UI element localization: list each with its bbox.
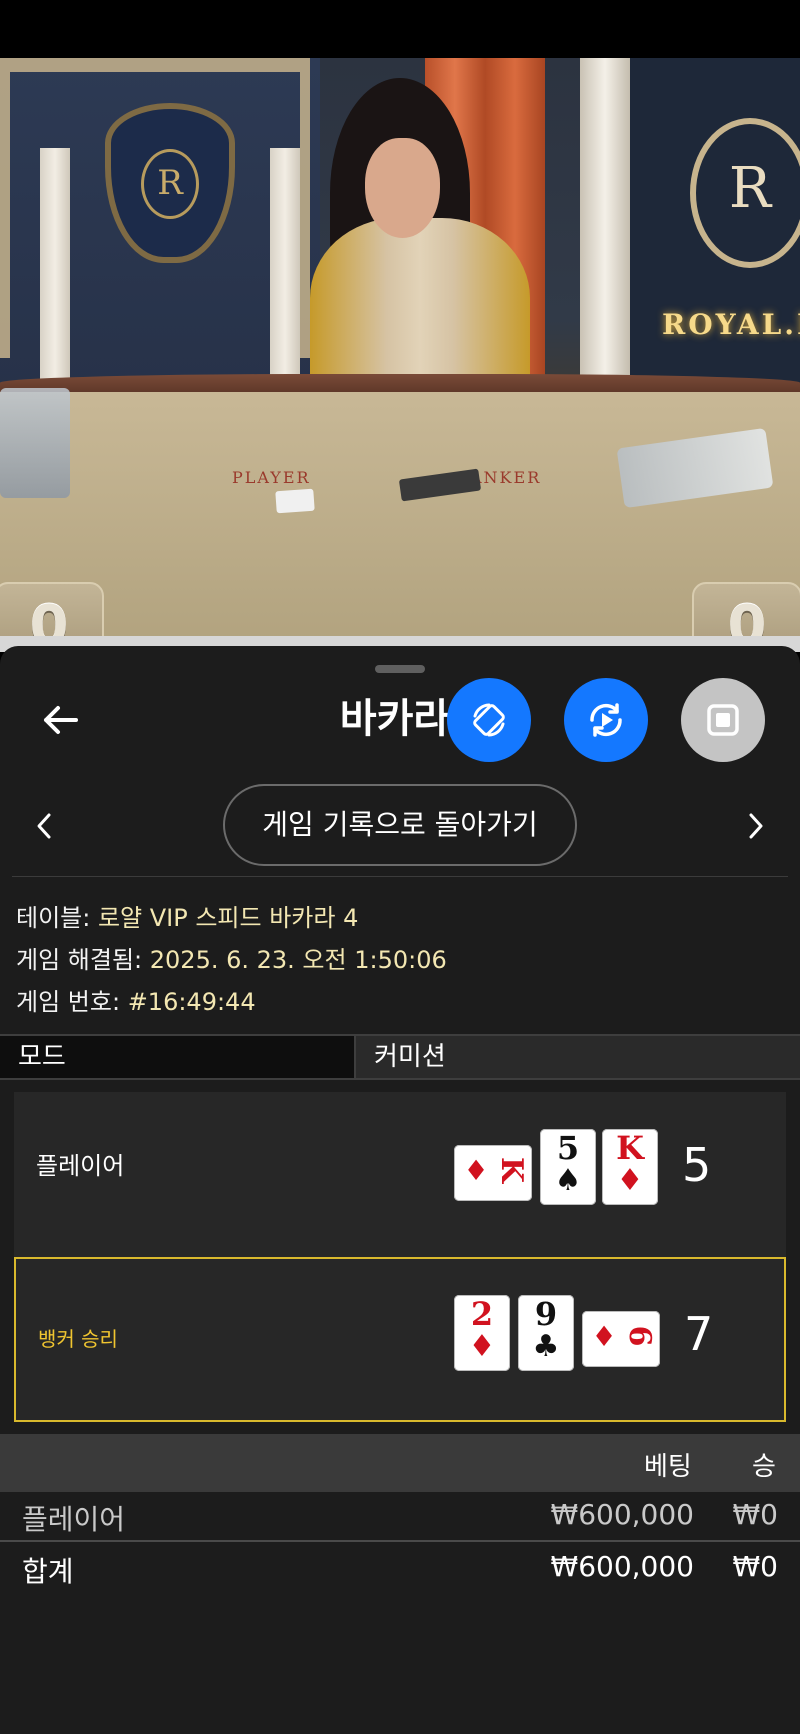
card-suit: ♦ [468, 1329, 496, 1364]
sheet-title: 바카라 [0, 686, 800, 744]
total-row: 합계 ₩600,000 ₩0 [0, 1544, 800, 1594]
felt-card [275, 488, 315, 514]
chevron-right-icon [749, 813, 763, 839]
live-video: R R ROYAL.I PLAYER ANKER 0 0 [0, 58, 800, 640]
win-amount: ₩0 [732, 1498, 779, 1531]
previous-game-button[interactable] [24, 806, 64, 846]
card-suit: ♠ [554, 1163, 582, 1198]
card-suit: ♦ [591, 1320, 617, 1353]
banker-hand-row: 뱅커 승리 2 ♦ 9 ♣ 6 ♦ 7 [14, 1257, 786, 1422]
pillar [40, 148, 70, 398]
felt-player-label: PLAYER [232, 468, 311, 487]
dealer-face [365, 138, 440, 238]
tab-commission[interactable]: 커미션 [358, 1036, 800, 1078]
banker-total: 7 [684, 1307, 714, 1361]
player-hand-row: 플레이어 K ♦ 5 ♠ K ♦ 5 [14, 1092, 786, 1254]
playing-card: K ♦ [454, 1145, 532, 1201]
table-info: 테이블: 로얄 VIP 스피드 바카라 4 [16, 898, 358, 933]
bet-column-header: 베팅 [644, 1452, 692, 1482]
mode-tabs: 모드 커미션 [0, 1034, 800, 1080]
game-number-info: 게임 번호: #16:49:44 [16, 982, 256, 1017]
total-bet-amount: ₩600,000 [550, 1550, 694, 1583]
crest-letter: R [141, 149, 199, 219]
player-score: 0 [0, 582, 104, 640]
table-felt [0, 392, 800, 640]
card-suit: ♦ [616, 1163, 644, 1198]
brand-logo: ROYAL.I [662, 308, 800, 341]
felt-banker-label: ANKER [470, 468, 542, 487]
resolved-label: 게임 해결됨: [16, 946, 143, 974]
game-number-value: #16:49:44 [127, 988, 256, 1016]
playing-card: 5 ♠ [540, 1129, 596, 1205]
card-rank: K [616, 1129, 644, 1167]
game-history-sheet: 바카라 게임 기록으로 돌아가기 테이블: 로얄 VIP 스피드 바카라 4 게… [0, 646, 800, 1734]
stop-square-icon [707, 704, 739, 736]
game-number-label: 게임 번호: [16, 988, 121, 1016]
total-win-amount: ₩0 [732, 1550, 779, 1583]
card-rank: 5 [556, 1129, 580, 1167]
card-rank: K [494, 1156, 529, 1184]
pillar [270, 148, 300, 398]
bet-name: 플레이어 [22, 1503, 126, 1536]
next-game-button[interactable] [736, 806, 776, 846]
win-column-header: 승 [752, 1452, 776, 1482]
result-panel: 플레이어 K ♦ 5 ♠ K ♦ 5 뱅커 승리 2 ♦ 9 ♣ 6 ♦ 7 [14, 1092, 786, 1422]
back-to-history-button[interactable]: 게임 기록으로 돌아가기 [223, 784, 577, 866]
replay-icon [590, 703, 622, 737]
crest-right: R [690, 118, 800, 268]
card-rank: 9 [534, 1295, 558, 1333]
divider [12, 876, 788, 877]
card-rank: 6 [622, 1325, 657, 1347]
banker-win-label: 뱅커 승리 [38, 1327, 118, 1351]
sheet-grabber[interactable] [375, 665, 425, 673]
player-hand-label: 플레이어 [36, 1152, 125, 1180]
replay-button[interactable] [564, 678, 648, 762]
resolved-info: 게임 해결됨: 2025. 6. 23. 오전 1:50:06 [16, 940, 447, 975]
bet-amount: ₩600,000 [550, 1498, 694, 1531]
playing-card: 2 ♦ [454, 1295, 510, 1371]
card-suit: ♣ [532, 1329, 560, 1364]
playing-card: 6 ♦ [582, 1311, 660, 1367]
table-label: 테이블: [16, 904, 91, 932]
chevron-left-icon [37, 813, 51, 839]
banker-score: 0 [692, 582, 800, 640]
tab-mode[interactable]: 모드 [0, 1036, 356, 1078]
playing-card: 9 ♣ [518, 1295, 574, 1371]
rotate-sync-icon [473, 703, 505, 737]
status-bar [0, 0, 800, 58]
table-row: 플레이어 ₩600,000 ₩0 [0, 1492, 800, 1542]
card-suit: ♦ [463, 1154, 489, 1187]
pillar [580, 58, 630, 388]
bet-table-header: 베팅 승 [0, 1434, 800, 1492]
player-total: 5 [682, 1138, 712, 1192]
rotate-button[interactable] [447, 678, 531, 762]
title-text: 바카라 [339, 696, 451, 742]
stop-button[interactable] [681, 678, 765, 762]
card-tray [0, 388, 70, 498]
resolved-value: 2025. 6. 23. 오전 1:50:06 [149, 946, 447, 974]
table-value: 로얄 VIP 스피드 바카라 4 [97, 904, 359, 932]
playing-card: K ♦ [602, 1129, 658, 1205]
history-nav: 게임 기록으로 돌아가기 [0, 784, 800, 874]
total-label: 합계 [22, 1555, 74, 1588]
card-rank: 2 [470, 1295, 494, 1333]
